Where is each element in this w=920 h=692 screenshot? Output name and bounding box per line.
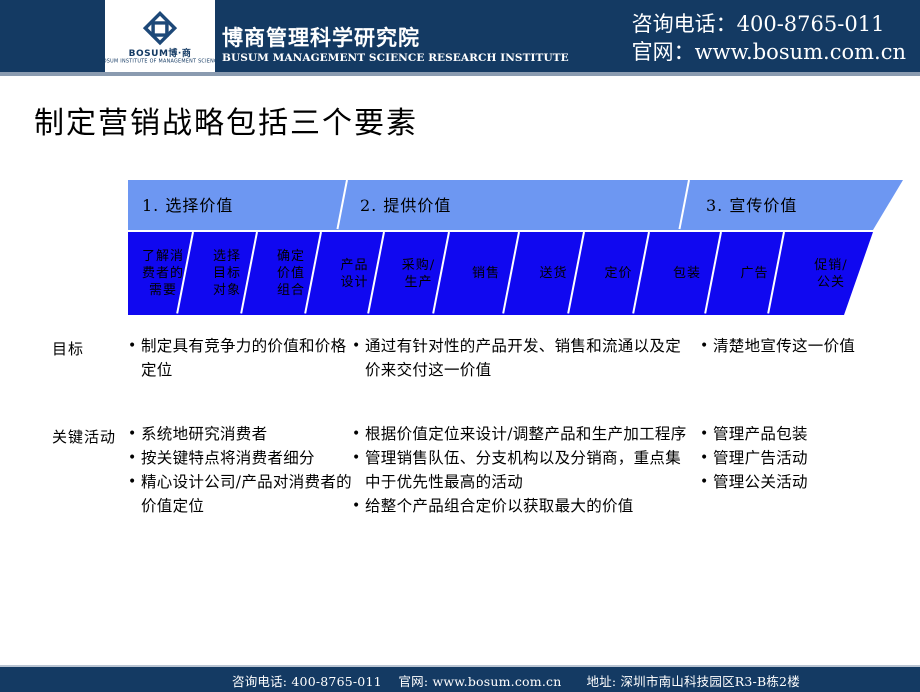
- bullet-item: 给整个产品组合定价以获取最大的价值: [352, 494, 692, 518]
- activity-segment: 了解消 费者的 需要: [136, 232, 190, 315]
- logo: BOSUM博·商 BOSUM INSTITUTE OF MANAGEMENT S…: [99, 0, 221, 72]
- activity-segment-label: 广告: [740, 266, 769, 281]
- activity-segment-label: 采购/ 生产: [401, 257, 436, 290]
- activity-segment-label: 包装: [672, 266, 701, 281]
- activity-segment-label: 促销/ 公关: [814, 257, 848, 290]
- bullet-item: 管理销售队伍、分支机构以及分销商，重点集中于优先性最高的活动: [352, 446, 692, 494]
- content-column: 管理产品包装管理广告活动管理公关活动: [700, 422, 915, 494]
- activity-segment: 促销/ 公关: [791, 232, 871, 315]
- bullet-item: 管理公关活动: [700, 470, 915, 494]
- value-chain-banner: 1. 选择价值 2. 提供价值 3. 宣传价值了解消 费者的 需要 选择 目标 对象 确…: [128, 179, 903, 315]
- activity-segment-label: 确定 价值 组合: [276, 249, 305, 298]
- activity-segment: 采购/ 生产: [391, 232, 446, 315]
- activity-segment-label: 定价: [604, 266, 633, 281]
- logo-wordmark: BOSUM博·商: [128, 48, 192, 59]
- activity-segment-label: 产品 设计: [340, 257, 369, 290]
- row-label-2: 关键活动: [52, 428, 117, 446]
- header-website: 官网：www.bosum.com.cn: [631, 40, 906, 64]
- content-column: 系统地研究消费者按关键特点将消费者细分精心设计公司/产品对消费者的价值定位: [128, 422, 353, 518]
- bullet-list: 通过有针对性的产品开发、销售和流通以及定价来交付这一价值: [352, 334, 692, 382]
- content-column: 通过有针对性的产品开发、销售和流通以及定价来交付这一价值: [352, 334, 692, 382]
- logo-subtitle: BOSUM INSTITUTE OF MANAGEMENT SCIENCE: [99, 57, 221, 64]
- phase-label-1: 1. 选择价值: [142, 196, 234, 215]
- header-contact: 咨询电话：400-8765-011 官网：www.bosum.com.cn: [632, 10, 906, 66]
- bullet-item: 管理广告活动: [700, 446, 915, 470]
- content-column: 清楚地宣传这一价值: [700, 334, 915, 358]
- bullet-list: 管理产品包装管理广告活动管理公关活动: [700, 422, 915, 494]
- activity-segment: 定价: [591, 232, 646, 315]
- page-footer: 咨询电话: 400-8765-011 官网: www.bosum.com.cn …: [0, 665, 920, 692]
- activity-segment-label: 送货: [539, 266, 568, 281]
- activity-segment: 选择 目标 对象: [200, 232, 254, 315]
- bullet-list: 清楚地宣传这一价值: [700, 334, 915, 358]
- bullet-item: 系统地研究消费者: [128, 422, 353, 446]
- brand-name-en: BUSUM MANAGEMENT SCIENCE RESEARCH INSTIT…: [222, 52, 569, 64]
- bullet-list: 制定具有竞争力的价值和价格定位: [128, 334, 353, 382]
- bullet-list: 根据价值定位来设计/调整产品和生产加工程序管理销售队伍、分支机构以及分销商，重点…: [352, 422, 692, 518]
- bosum-logo-icon: [142, 10, 178, 45]
- content-column: 制定具有竞争力的价值和价格定位: [128, 334, 353, 382]
- bullet-item: 通过有针对性的产品开发、销售和流通以及定价来交付这一价值: [352, 334, 692, 382]
- activity-segment: 销售: [456, 232, 516, 315]
- header-phone: 咨询电话：400-8765-011: [631, 12, 885, 36]
- phase-label-2: 2. 提供价值: [360, 196, 452, 215]
- activity-segment: 产品 设计: [328, 232, 381, 315]
- bullet-list: 系统地研究消费者按关键特点将消费者细分精心设计公司/产品对消费者的价值定位: [128, 422, 353, 518]
- header-underline: [0, 72, 920, 76]
- bullet-item: 按关键特点将消费者细分: [128, 446, 353, 470]
- activity-segment: 包装: [656, 232, 718, 315]
- bullet-item: 清楚地宣传这一价值: [700, 334, 915, 358]
- activity-segment: 广告: [728, 232, 781, 315]
- activity-segment: 送货: [526, 232, 581, 315]
- content-column: 根据价值定位来设计/调整产品和生产加工程序管理销售队伍、分支机构以及分销商，重点…: [352, 422, 692, 518]
- activity-segment-label: 销售: [471, 266, 500, 281]
- bullet-item: 根据价值定位来设计/调整产品和生产加工程序: [352, 422, 692, 446]
- page-header: BOSUM博·商 BOSUM INSTITUTE OF MANAGEMENT S…: [0, 0, 920, 72]
- activity-segment-label: 选择 目标 对象: [212, 249, 241, 298]
- footer-contact-text: 咨询电话: 400-8765-011 官网: www.bosum.com.cn …: [232, 674, 800, 689]
- page-title: 制定营销战略包括三个要素: [34, 106, 418, 141]
- brand-name-cn: 博商管理科学研究院: [222, 25, 420, 50]
- bullet-item: 制定具有竞争力的价值和价格定位: [128, 334, 353, 382]
- phase-label-3: 3. 宣传价值: [706, 196, 798, 215]
- bullet-item: 精心设计公司/产品对消费者的价值定位: [128, 470, 353, 518]
- activity-segment: 确定 价值 组合: [264, 232, 318, 315]
- bullet-item: 管理产品包装: [700, 422, 915, 446]
- row-label-1: 目标: [52, 340, 85, 358]
- activity-segment-label: 了解消 费者的 需要: [141, 249, 184, 298]
